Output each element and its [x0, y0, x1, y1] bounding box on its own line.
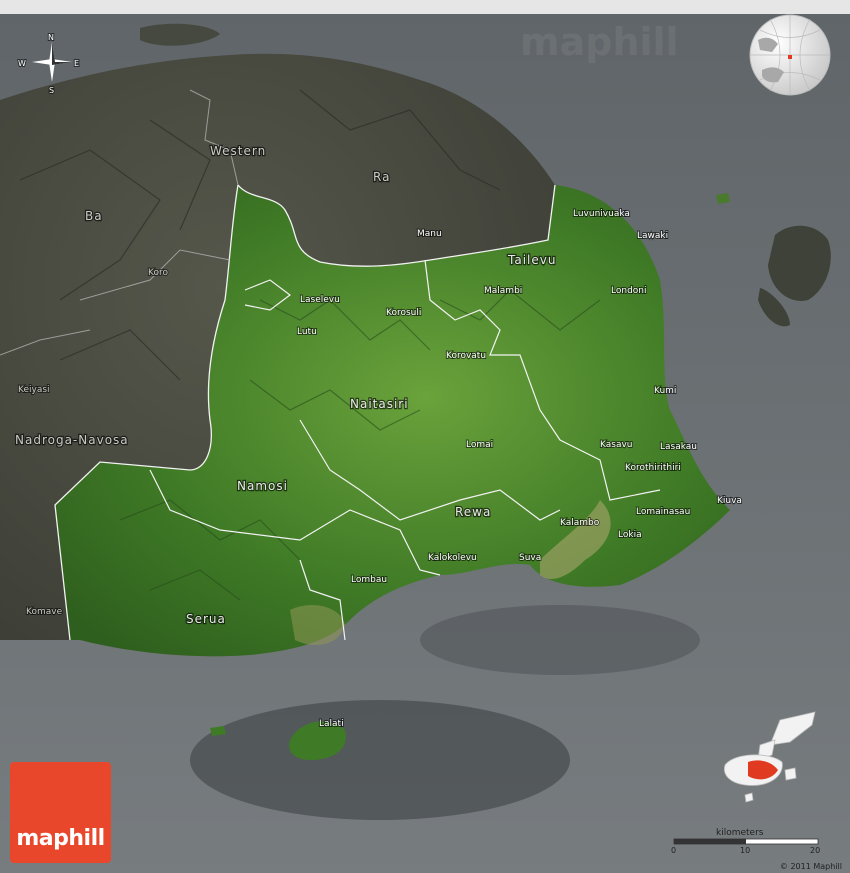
scale-tick-label: 0: [671, 846, 676, 855]
province-label: Nadroga-Navosa: [15, 433, 129, 447]
province-label: Namosi: [237, 479, 288, 493]
watermark: maphill: [520, 20, 679, 64]
place-label: Keiyasi: [18, 385, 50, 395]
place-label: Lokia: [618, 530, 642, 540]
logo-text: maphill: [16, 826, 105, 851]
place-label: Kumi: [654, 386, 676, 396]
place-label: Komave: [26, 607, 63, 617]
compass-s: S: [49, 86, 54, 95]
place-label: Lasakau: [660, 442, 697, 452]
scale-title: kilometers: [716, 828, 764, 838]
province-label: Western: [210, 144, 266, 158]
compass-e: E: [74, 59, 79, 68]
place-label: Koro: [148, 268, 168, 278]
province-label: Ba: [85, 209, 103, 223]
place-label: Lutu: [297, 327, 317, 337]
province-label: Ra: [373, 170, 390, 184]
compass-n: N: [48, 33, 54, 42]
place-label: Luvunivuaka: [573, 209, 630, 219]
place-label: Kalokolevu: [428, 553, 477, 563]
place-label: Kalambo: [560, 518, 600, 528]
scale-tick-label: 20: [810, 846, 820, 855]
place-label: Lomai: [466, 440, 493, 450]
place-label: Suva: [519, 553, 541, 563]
place-label: Malambi: [484, 286, 522, 296]
reef-shadow: [420, 605, 700, 675]
compass-w: W: [18, 59, 26, 68]
reef-shadow: [190, 700, 570, 820]
maphill-logo[interactable]: maphill: [10, 762, 111, 863]
place-label: Manu: [417, 229, 442, 239]
satellite-map[interactable]: maphill Western Ra Ba Nadroga-Navosa Tai…: [0, 0, 850, 873]
province-label: Rewa: [455, 505, 491, 519]
province-label: Tailevu: [507, 253, 556, 267]
place-label: Korosuli: [386, 308, 421, 318]
place-label: Korovatu: [446, 351, 486, 361]
province-label: Naitasiri: [350, 397, 409, 411]
place-label: Kiuva: [717, 496, 742, 506]
locator-marker-icon: [788, 55, 792, 59]
place-label: Lalati: [319, 719, 344, 729]
copyright: © 2011 Maphill: [779, 862, 842, 871]
province-label: Serua: [186, 612, 226, 626]
map-top-edge: [0, 0, 850, 14]
place-label: Londoni: [611, 286, 647, 296]
place-label: Laselevu: [300, 295, 340, 305]
place-label: Lomainasau: [636, 507, 690, 517]
place-label: Lawaki: [637, 231, 668, 241]
scale-tick-label: 10: [740, 846, 750, 855]
place-label: Lombau: [351, 575, 387, 585]
locator-globe: [749, 14, 831, 96]
place-label: Korothirithiri: [625, 463, 681, 473]
place-label: Kasavu: [600, 440, 633, 450]
scale-bar-segment: [674, 839, 746, 844]
